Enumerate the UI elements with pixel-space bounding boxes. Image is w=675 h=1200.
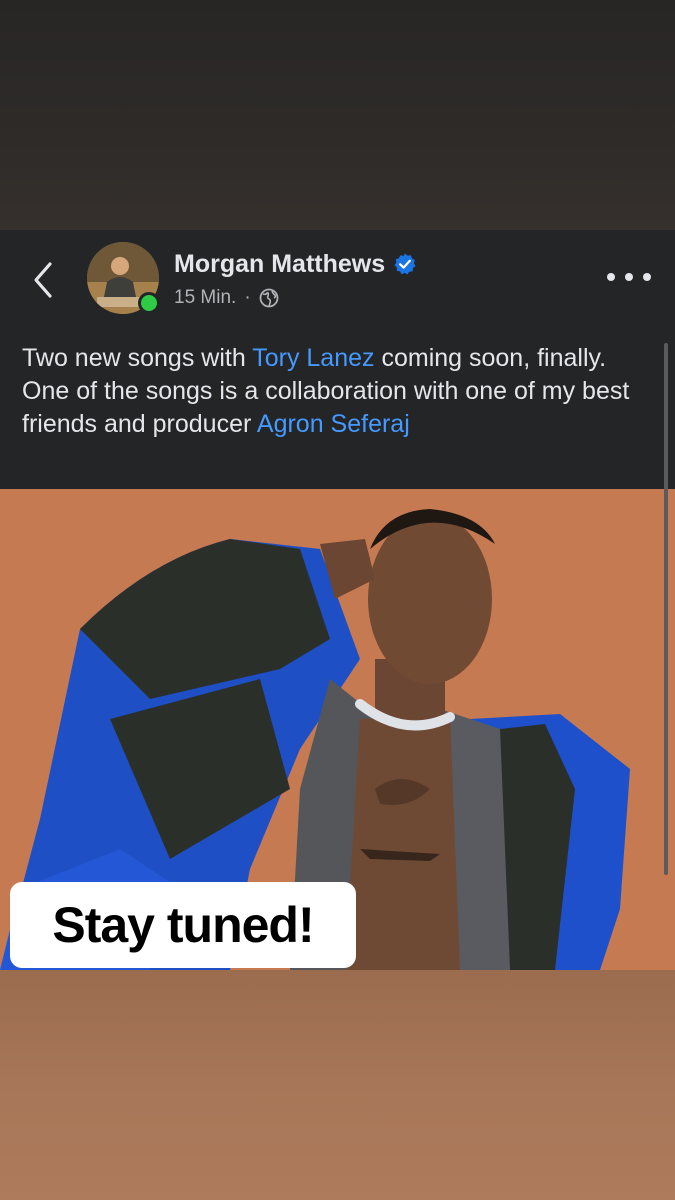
- dot: [643, 273, 651, 281]
- overlay-text-sticker: Stay tuned!: [10, 882, 356, 968]
- background-blur-bottom: [0, 970, 675, 1200]
- mention-link-tory-lanez[interactable]: Tory Lanez: [252, 344, 374, 372]
- back-button[interactable]: [26, 258, 60, 302]
- meta-separator: ·: [244, 287, 251, 308]
- author-avatar[interactable]: [87, 242, 160, 314]
- more-options-button[interactable]: [607, 264, 651, 290]
- verified-badge-icon: [394, 253, 416, 275]
- globe-icon[interactable]: [259, 288, 279, 308]
- dot: [607, 273, 615, 281]
- overlay-text: Stay tuned!: [52, 897, 314, 953]
- post-meta: 15 Min. ·: [174, 284, 279, 312]
- caption-text: Two new songs with: [22, 344, 253, 372]
- author-name[interactable]: Morgan Matthews: [174, 250, 385, 279]
- background-blur-top: [0, 0, 675, 230]
- author-name-row: Morgan Matthews: [174, 248, 417, 280]
- post-caption: Two new songs with Tory Lanez coming soo…: [22, 342, 652, 441]
- caption-text: coming soon, finally.: [374, 344, 607, 372]
- mention-link-agron-seferaj[interactable]: Agron Seferaj: [257, 410, 410, 438]
- dot: [625, 273, 633, 281]
- chevron-left-icon: [34, 262, 52, 298]
- post-header: Morgan Matthews 15 Min. ·: [0, 230, 675, 325]
- post-timestamp[interactable]: 15 Min.: [174, 287, 236, 309]
- scrollbar[interactable]: [664, 343, 668, 875]
- online-status-dot: [138, 292, 160, 314]
- post-card: Morgan Matthews 15 Min. · Two new songs …: [0, 230, 675, 970]
- post-photo[interactable]: Stay tuned!: [0, 489, 675, 970]
